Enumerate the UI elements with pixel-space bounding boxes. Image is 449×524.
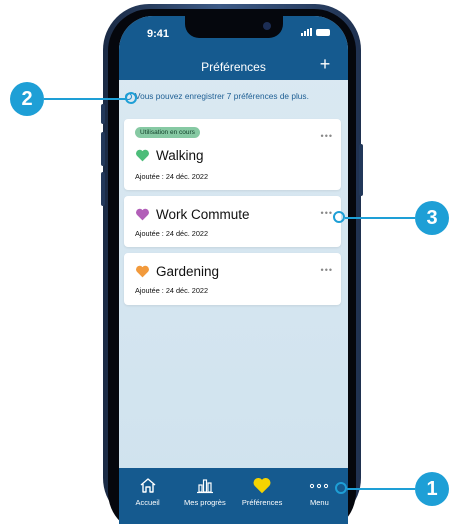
heart-icon <box>136 265 149 278</box>
heart-icon <box>136 208 149 221</box>
tab-label: Préférences <box>241 498 283 507</box>
page-title: Préférences <box>201 60 266 74</box>
callout-line <box>44 98 126 100</box>
callout-2: 2 <box>10 82 44 116</box>
preference-card-walking[interactable]: Utilisation en cours Walking Ajoutée : 2… <box>124 119 341 190</box>
callout-line <box>347 488 415 490</box>
preference-date: Ajoutée : 24 déc. 2022 <box>135 172 209 181</box>
preference-card-work-commute[interactable]: Work Commute Ajoutée : 24 déc. 2022 ••• <box>124 196 341 247</box>
callout-ring <box>125 92 137 104</box>
callout-line <box>345 217 415 219</box>
notch <box>185 16 283 38</box>
side-button <box>101 132 105 166</box>
heart-icon <box>252 477 272 494</box>
tab-mes-progres[interactable]: Mes progrès <box>177 477 233 507</box>
preference-name: Gardening <box>156 264 220 279</box>
card-title-row: Work Commute <box>135 207 250 222</box>
side-button <box>101 172 105 206</box>
status-badge: Utilisation en cours <box>135 127 200 138</box>
heart-icon <box>136 149 149 162</box>
more-options-button[interactable]: ••• <box>321 131 333 141</box>
info-message: Vous pouvez enregistrer 7 préférences de… <box>125 91 346 101</box>
status-time: 9:41 <box>147 28 170 40</box>
signal-icon <box>301 28 312 36</box>
callout-1: 1 <box>415 472 449 506</box>
camera-icon <box>263 22 271 30</box>
preference-card-gardening[interactable]: Gardening Ajoutée : 24 déc. 2022 ••• <box>124 253 341 305</box>
more-options-button[interactable]: ••• <box>321 208 333 218</box>
side-button <box>101 104 105 124</box>
tab-label: Mes progrès <box>184 498 226 507</box>
app-screen: 9:41 Préférences + Vous pouvez enregistr… <box>119 16 348 524</box>
add-preference-button[interactable]: + <box>316 54 334 74</box>
home-icon <box>139 477 157 494</box>
tab-preferences[interactable]: Préférences <box>234 477 290 507</box>
preference-name: Work Commute <box>156 207 250 222</box>
app-header: 9:41 Préférences + <box>119 16 348 80</box>
tab-label: Menu <box>309 498 329 507</box>
callout-3: 3 <box>415 201 449 235</box>
callout-ring <box>333 211 345 223</box>
callout-ring <box>335 482 347 494</box>
card-title-row: Gardening <box>135 264 219 279</box>
status-icons <box>301 28 330 36</box>
preference-date: Ajoutée : 24 déc. 2022 <box>135 286 209 295</box>
preference-name: Walking <box>156 148 204 163</box>
side-button <box>359 144 363 196</box>
more-options-button[interactable]: ••• <box>321 265 333 275</box>
more-dots-icon <box>307 477 331 494</box>
tab-accueil[interactable]: Accueil <box>120 477 176 507</box>
tab-label: Accueil <box>135 498 160 507</box>
bottom-tab-bar: Accueil Mes progrès Préférences Menu <box>119 468 348 524</box>
bar-chart-icon <box>196 477 214 494</box>
preference-date: Ajoutée : 24 déc. 2022 <box>135 229 209 238</box>
battery-icon <box>316 28 330 36</box>
card-title-row: Walking <box>135 148 204 163</box>
info-text: Vous pouvez enregistrer 7 préférences de… <box>135 91 309 101</box>
